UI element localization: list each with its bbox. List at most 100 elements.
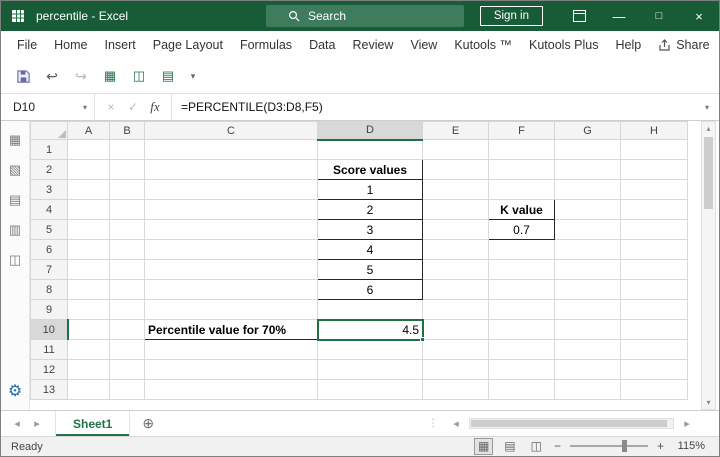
cell[interactable] xyxy=(422,319,489,340)
cell[interactable] xyxy=(554,239,621,260)
cell[interactable] xyxy=(554,159,621,180)
cell[interactable] xyxy=(109,199,145,220)
cell[interactable] xyxy=(554,139,621,160)
cell-D6[interactable]: 4 xyxy=(317,239,423,260)
cell[interactable] xyxy=(109,179,145,200)
cell[interactable] xyxy=(422,139,489,160)
cell[interactable] xyxy=(144,299,318,320)
cell[interactable] xyxy=(317,379,423,400)
cell[interactable] xyxy=(144,239,318,260)
cell-D7[interactable]: 5 xyxy=(317,259,423,280)
row-header-12[interactable]: 12 xyxy=(30,359,68,380)
worksheet-design-icon[interactable]: ▤ xyxy=(156,64,180,88)
cell[interactable] xyxy=(67,299,110,320)
customize-toolbar-chevron-icon[interactable]: ▾ xyxy=(185,64,201,88)
cell[interactable] xyxy=(109,219,145,240)
column-header-D[interactable]: D xyxy=(317,121,423,141)
tab-data[interactable]: Data xyxy=(309,38,335,52)
cancel-icon[interactable]: × xyxy=(100,100,122,114)
cell[interactable] xyxy=(488,239,555,260)
name-box[interactable]: D10 ▾ xyxy=(1,94,95,120)
cell[interactable] xyxy=(67,159,110,180)
cell[interactable] xyxy=(554,299,621,320)
tab-insert[interactable]: Insert xyxy=(105,38,136,52)
cell[interactable] xyxy=(488,279,555,300)
cell[interactable] xyxy=(67,339,110,360)
cell[interactable] xyxy=(422,239,489,260)
cell[interactable] xyxy=(67,139,110,160)
search-box[interactable]: Search xyxy=(266,5,464,27)
cell[interactable] xyxy=(317,299,423,320)
document-icon[interactable]: ▧ xyxy=(9,163,21,176)
cell[interactable] xyxy=(422,299,489,320)
cell[interactable] xyxy=(488,319,555,340)
select-all-button[interactable] xyxy=(30,121,68,140)
cell[interactable] xyxy=(144,139,318,160)
cell[interactable] xyxy=(109,279,145,300)
row-header-4[interactable]: 4 xyxy=(30,199,68,220)
cell[interactable] xyxy=(422,159,489,180)
cell[interactable] xyxy=(488,139,555,160)
table-view-icon[interactable]: ▦ xyxy=(98,64,122,88)
next-sheet-icon[interactable]: ▸ xyxy=(27,417,47,430)
cell[interactable] xyxy=(620,279,688,300)
maximize-button[interactable]: □ xyxy=(639,1,679,31)
cell[interactable] xyxy=(488,159,555,180)
row-header-5[interactable]: 5 xyxy=(30,219,68,240)
cell-D3[interactable]: 1 xyxy=(317,179,423,200)
cell[interactable] xyxy=(620,219,688,240)
cell[interactable] xyxy=(554,379,621,400)
redo-button[interactable]: ↪ xyxy=(69,64,93,88)
column-header-H[interactable]: H xyxy=(620,121,688,140)
cell[interactable] xyxy=(67,279,110,300)
cell[interactable] xyxy=(144,259,318,280)
zoom-slider[interactable] xyxy=(569,440,648,453)
close-button[interactable]: × xyxy=(679,1,719,31)
find-icon[interactable]: ◫ xyxy=(9,253,21,266)
cell[interactable] xyxy=(554,219,621,240)
cell[interactable] xyxy=(620,199,688,220)
cell[interactable] xyxy=(144,199,318,220)
cell-D2[interactable]: Score values xyxy=(317,159,423,180)
cell[interactable] xyxy=(422,379,489,400)
scroll-up-icon[interactable]: ▴ xyxy=(702,124,715,133)
cell[interactable] xyxy=(109,299,145,320)
cell[interactable] xyxy=(488,359,555,380)
normal-view-icon[interactable]: ▦ xyxy=(473,438,494,455)
cell[interactable] xyxy=(109,159,145,180)
excel-app-icon[interactable] xyxy=(10,8,26,24)
cell-D5[interactable]: 3 xyxy=(317,219,423,240)
cell[interactable] xyxy=(67,359,110,380)
formula-input[interactable]: =PERCENTILE(D3:D8,F5) xyxy=(172,94,695,120)
sheet-tab-sheet1[interactable]: Sheet1 xyxy=(55,411,131,436)
cell[interactable] xyxy=(488,379,555,400)
cell[interactable] xyxy=(620,379,688,400)
cell[interactable] xyxy=(67,219,110,240)
cell[interactable] xyxy=(488,299,555,320)
cell-F4[interactable]: K value xyxy=(488,199,555,220)
vertical-scroll-thumb[interactable] xyxy=(704,137,713,209)
printer-icon[interactable]: ▤ xyxy=(9,193,21,206)
minimize-button[interactable]: — xyxy=(599,1,639,31)
cell[interactable] xyxy=(488,339,555,360)
cell[interactable] xyxy=(554,259,621,280)
cell[interactable] xyxy=(422,279,489,300)
cell[interactable] xyxy=(144,359,318,380)
cell[interactable] xyxy=(620,359,688,380)
zoom-in-icon[interactable]: + xyxy=(657,439,664,453)
tab-kutools-plus[interactable]: Kutools Plus xyxy=(529,38,598,52)
cell[interactable] xyxy=(554,199,621,220)
cell[interactable] xyxy=(317,359,423,380)
row-header-1[interactable]: 1 xyxy=(30,139,68,160)
hscroll-right-icon[interactable]: ▸ xyxy=(677,417,697,430)
vertical-scrollbar[interactable]: ▴ ▾ xyxy=(701,121,716,410)
page-break-view-icon[interactable]: ◫ xyxy=(528,439,545,453)
row-header-7[interactable]: 7 xyxy=(30,259,68,280)
cell[interactable] xyxy=(109,259,145,280)
cell[interactable] xyxy=(109,359,145,380)
cell[interactable] xyxy=(144,339,318,360)
fill-handle[interactable] xyxy=(420,337,425,342)
cell[interactable] xyxy=(67,319,110,340)
cell[interactable] xyxy=(422,339,489,360)
cell[interactable] xyxy=(422,199,489,220)
